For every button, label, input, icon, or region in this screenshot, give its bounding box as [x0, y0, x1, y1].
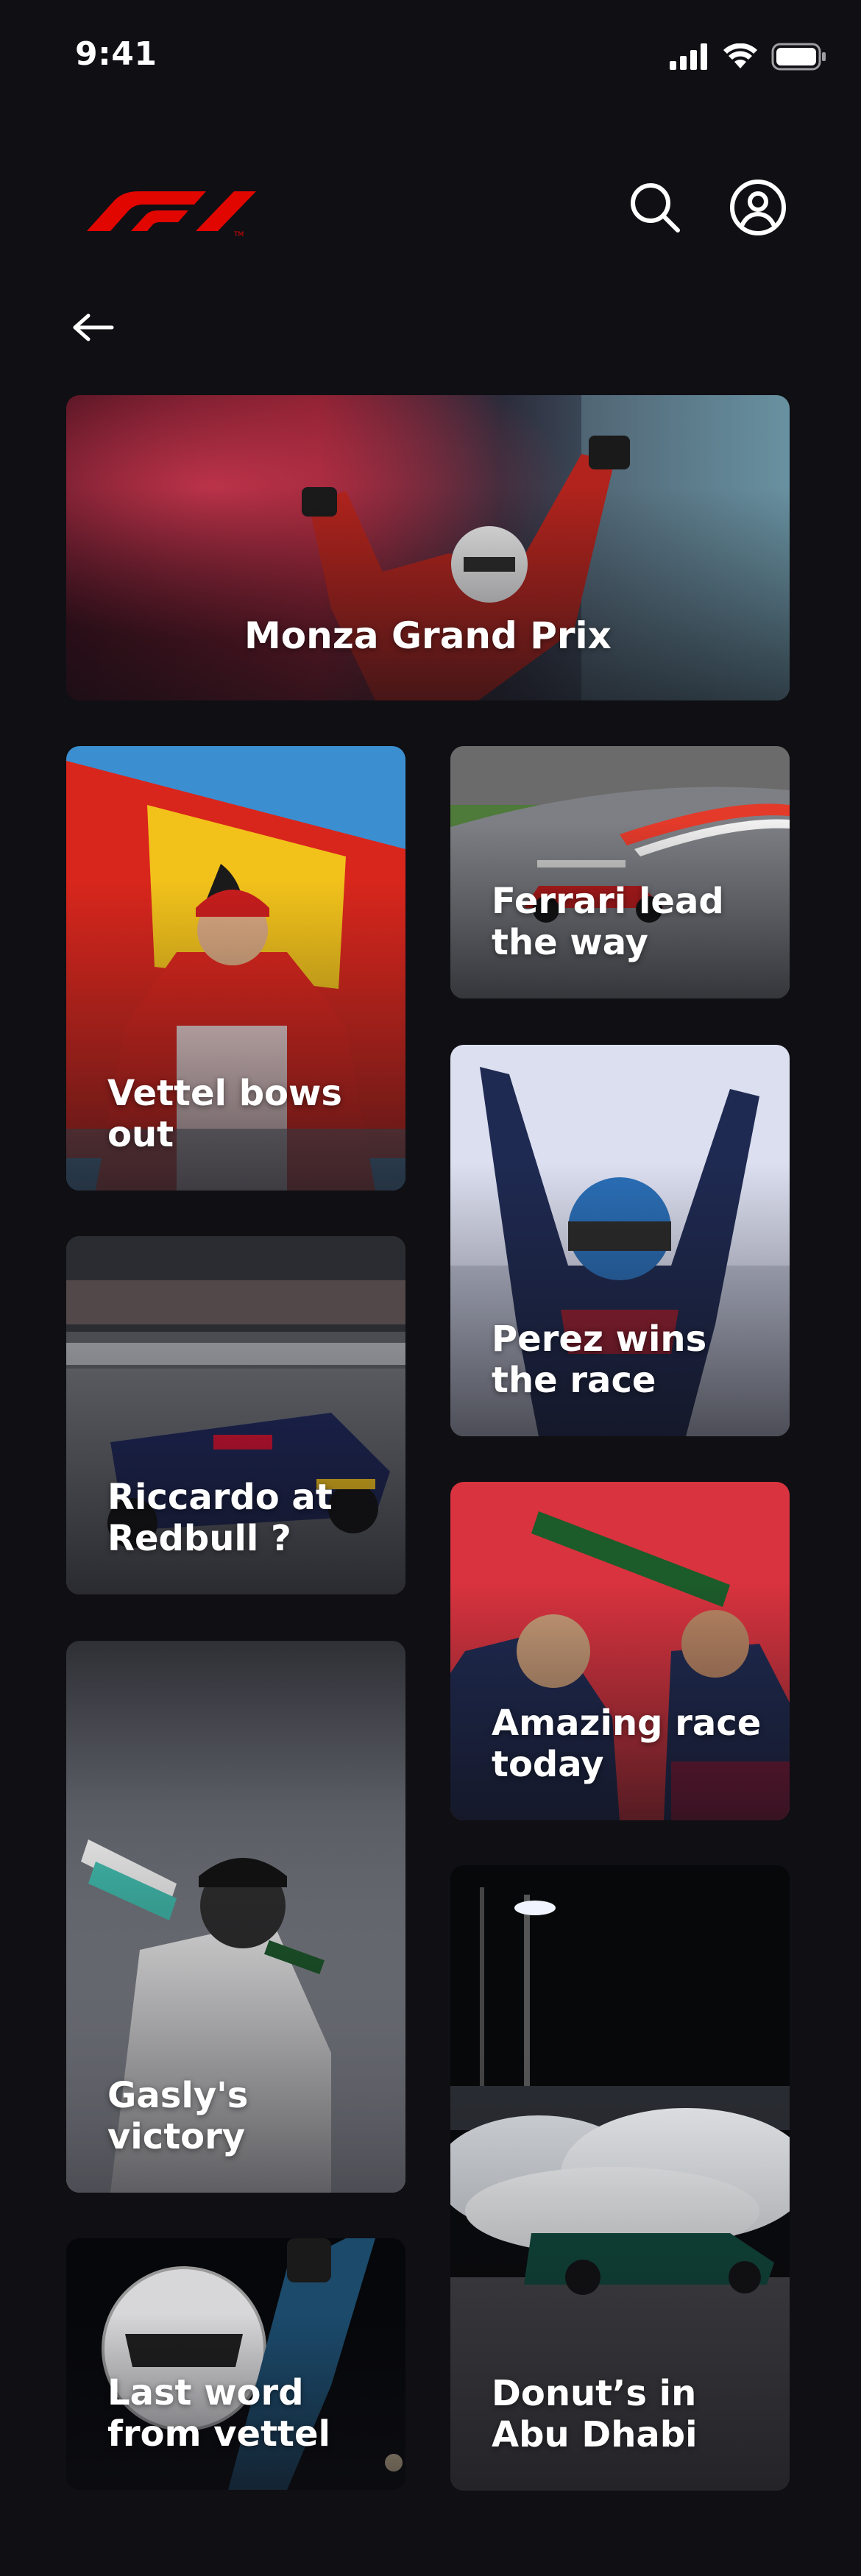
search-icon [631, 183, 680, 233]
card-title: Last word from vettel [107, 2372, 330, 2455]
signal-icon [670, 43, 707, 70]
search-button[interactable] [626, 178, 684, 237]
card-title: Vettel bows out [107, 1073, 342, 1155]
news-card-amazing[interactable]: Amazing race today [450, 1482, 790, 1820]
card-title: Perez wins the race [492, 1319, 707, 1401]
svg-text:TM: TM [233, 231, 244, 238]
news-card-riccardo[interactable]: Riccardo at Redbull ? [66, 1236, 405, 1594]
news-card-ferrari[interactable]: Ferrari lead the way [450, 746, 790, 998]
arrow-left-icon [73, 313, 114, 341]
wifi-icon [723, 43, 757, 68]
card-title: Gasly's victory [107, 2075, 249, 2157]
news-card-monza[interactable]: Monza Grand Prix [66, 395, 790, 700]
card-title: Monza Grand Prix [244, 614, 612, 657]
news-card-donut[interactable]: Donut’s in Abu Dhabi [450, 1865, 790, 2491]
battery-icon [771, 43, 826, 71]
status-bar: 9:41 [0, 0, 861, 110]
card-title: Ferrari lead the way [492, 881, 724, 963]
app-header: TM [0, 169, 861, 243]
card-title: Donut’s in Abu Dhabi [492, 2373, 698, 2455]
news-card-gasly[interactable]: Gasly's victory [66, 1641, 405, 2193]
profile-button[interactable] [729, 178, 787, 237]
news-card-last-word[interactable]: Last word from vettel [66, 2238, 405, 2490]
user-circle-icon [730, 180, 786, 235]
card-title: Amazing race today [492, 1703, 762, 1785]
back-button[interactable] [68, 302, 119, 353]
f1-logo[interactable]: TM [79, 180, 272, 238]
card-shade [66, 486, 790, 700]
news-card-vettel[interactable]: Vettel bows out [66, 746, 405, 1191]
status-icons [670, 43, 827, 71]
news-card-perez[interactable]: Perez wins the race [450, 1045, 790, 1436]
card-title: Riccardo at Redbull ? [107, 1477, 333, 1559]
status-time: 9:41 [75, 35, 157, 73]
